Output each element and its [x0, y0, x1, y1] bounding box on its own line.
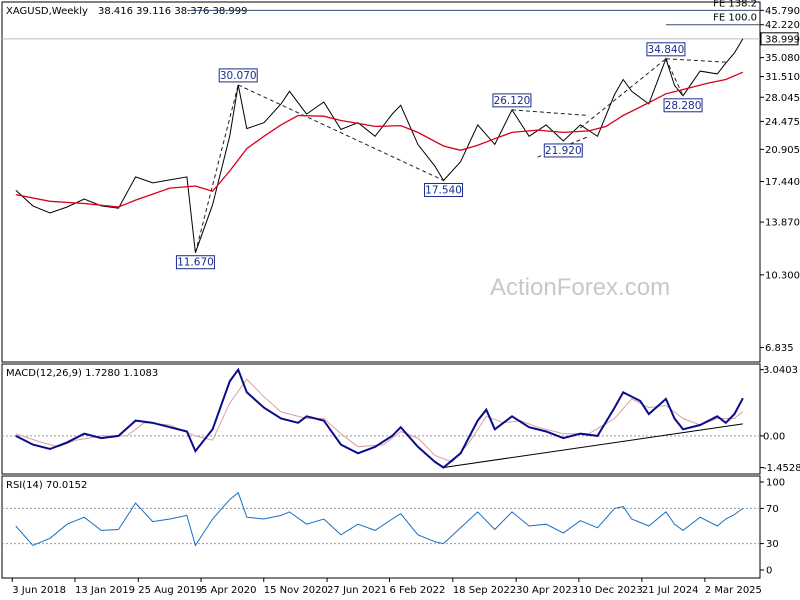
x-tick-label: 21 Jul 2024 [642, 585, 699, 596]
last-price-label: 38.999 [765, 34, 800, 45]
x-tick-label: 2 Mar 2025 [705, 585, 762, 596]
x-tick-label: 6 Feb 2022 [390, 585, 446, 596]
x-tick-label: 10 Dec 2023 [579, 585, 643, 596]
price-tick-label: 20.905 [765, 145, 800, 156]
rsi-tick-label: 70 [766, 504, 779, 515]
price-tick-label: 13.870 [765, 218, 800, 229]
price-tick-label: 10.300 [765, 270, 800, 281]
price-tick-label: 6.835 [765, 343, 794, 354]
chart-canvas: ActionForex.com XAGUSD,Weekly 38.416 39.… [0, 0, 800, 600]
fib-level-label: FE 100.0 [713, 13, 757, 24]
swing-label: 11.670 [177, 257, 214, 269]
rsi-tick-label: 30 [766, 539, 779, 550]
price-tick-label: 31.510 [765, 72, 800, 83]
x-tick-label: 13 Jan 2019 [75, 585, 135, 596]
x-tick-label: 25 Aug 2019 [138, 585, 202, 596]
price-tick-label: 17.440 [765, 177, 800, 188]
price-tick-label: 45.790 [765, 6, 800, 17]
x-tick-label: 15 Nov 2020 [264, 585, 328, 596]
x-tick-label: 3 Jun 2018 [12, 585, 66, 596]
fib-level-label: FE 138.2 [713, 0, 757, 9]
watermark: ActionForex.com [490, 274, 670, 301]
price-tick-label: 28.045 [765, 93, 800, 104]
x-tick-label: 18 Sep 2022 [453, 585, 516, 596]
price-tick-label: 24.475 [765, 117, 800, 128]
price-tick-label: 35.080 [765, 53, 800, 64]
rsi-tick-label: 100 [766, 478, 785, 489]
symbol-title: XAGUSD,Weekly [6, 6, 88, 17]
swing-label: 28.280 [665, 100, 702, 112]
macd-tick-label: 3.0403 [763, 365, 798, 376]
swing-label: 21.920 [545, 145, 582, 157]
rsi-title: RSI(14) 70.0152 [6, 480, 87, 491]
macd-tick-label: -1.4528 [763, 463, 800, 474]
swing-label: 30.070 [220, 70, 257, 82]
rsi-tick-label: 0 [766, 566, 772, 577]
macd-title: MACD(12,26,9) 1.7280 1.1083 [6, 368, 158, 379]
ohlc-readout: 38.416 39.116 38.376 38.999 [98, 6, 248, 17]
x-tick-label: 27 Jun 2021 [327, 585, 387, 596]
x-tick-label: 5 Apr 2020 [201, 585, 256, 596]
swing-label: 34.840 [648, 44, 685, 56]
x-tick-label: 30 Apr 2023 [516, 585, 578, 596]
price-tick-label: 42.220 [765, 20, 800, 31]
swing-label: 26.120 [494, 95, 531, 107]
macd-tick-label: 0.00 [763, 431, 785, 442]
swing-label: 17.540 [425, 184, 462, 196]
